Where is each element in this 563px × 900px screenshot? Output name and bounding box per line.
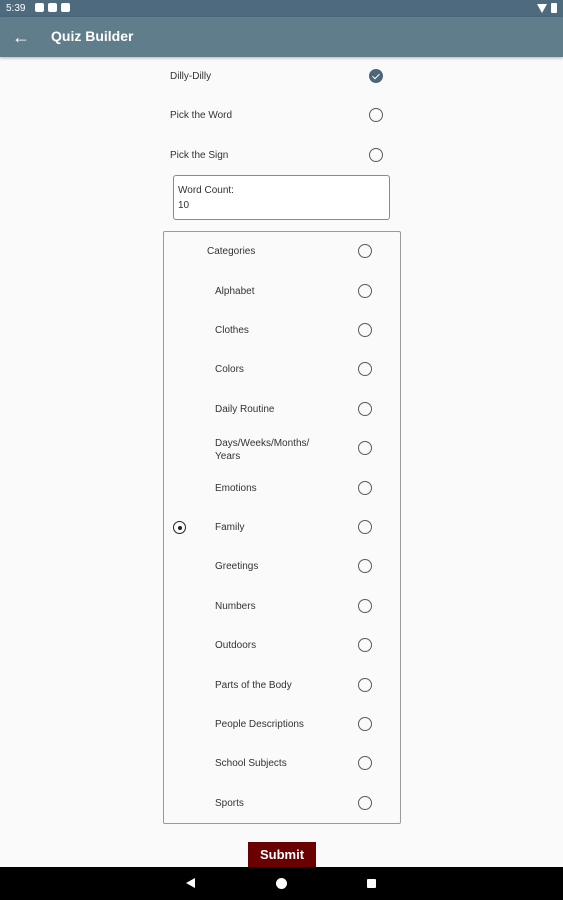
category-radio-outdoors[interactable]: [358, 638, 372, 652]
category-label-days-weeks-months-years: Days/Weeks/Months/ Years: [215, 438, 310, 462]
category-label-emotions: Emotions: [215, 483, 257, 494]
word-count-label: Word Count:: [178, 185, 234, 196]
category-radio-colors[interactable]: [358, 362, 372, 376]
category-radio-school-subjects[interactable]: [358, 756, 372, 770]
category-radio-days-weeks-months-years[interactable]: [358, 441, 372, 455]
category-label-daily-routine: Daily Routine: [215, 404, 275, 415]
category-label-outdoors: Outdoors: [215, 640, 257, 651]
quiz-type-radio-dilly-dilly[interactable]: [369, 69, 383, 83]
category-radio-family[interactable]: [358, 520, 372, 534]
notification-icon: [61, 3, 70, 12]
category-label-sports: Sports: [215, 798, 244, 809]
quiz-type-label-pick-the-sign: Pick the Sign: [170, 150, 229, 161]
selected-indicator-icon: [173, 521, 186, 534]
nav-home-icon[interactable]: [276, 878, 287, 889]
quiz-type-label-pick-the-word: Pick the Word: [170, 110, 233, 121]
category-radio-numbers[interactable]: [358, 599, 372, 613]
category-label-school-subjects: School Subjects: [215, 758, 287, 769]
category-radio-sports[interactable]: [358, 796, 372, 810]
quiz-type-radio-pick-the-word[interactable]: [369, 108, 383, 122]
categories-radio-all[interactable]: [358, 244, 372, 258]
category-label-people-descriptions: People Descriptions: [215, 719, 304, 730]
system-nav-bar: [0, 867, 563, 900]
submit-button[interactable]: Submit: [248, 842, 316, 868]
nav-back-icon[interactable]: [186, 878, 195, 888]
battery-icon: [551, 3, 557, 13]
quiz-type-radio-pick-the-sign[interactable]: [369, 148, 383, 162]
status-time: 5:39: [6, 3, 26, 14]
nav-recent-apps-icon[interactable]: [367, 879, 376, 888]
word-count-field[interactable]: Word Count: 10: [173, 175, 390, 220]
category-label-greetings: Greetings: [215, 561, 259, 572]
category-radio-greetings[interactable]: [358, 559, 372, 573]
app-bar: ← Quiz Builder: [0, 17, 563, 57]
category-label-family: Family: [215, 522, 245, 533]
category-label-alphabet: Alphabet: [215, 286, 255, 297]
status-bar: 5:39: [0, 0, 563, 17]
category-label-colors: Colors: [215, 364, 244, 375]
category-radio-people-descriptions[interactable]: [358, 717, 372, 731]
category-radio-daily-routine[interactable]: [358, 402, 372, 416]
category-label-parts-of-the-body: Parts of the Body: [215, 680, 292, 691]
category-radio-clothes[interactable]: [358, 323, 372, 337]
category-radio-parts-of-the-body[interactable]: [358, 678, 372, 692]
category-label-clothes: Clothes: [215, 325, 249, 336]
wifi-icon: [537, 3, 547, 13]
category-label-numbers: Numbers: [215, 601, 256, 612]
status-right: [537, 3, 557, 13]
word-count-value[interactable]: 10: [178, 200, 189, 211]
category-radio-alphabet[interactable]: [358, 284, 372, 298]
notification-icon: [35, 3, 44, 12]
quiz-type-label-dilly-dilly: Dilly-Dilly: [170, 71, 212, 82]
categories-header: Categories: [207, 246, 256, 257]
page-title: Quiz Builder: [51, 28, 134, 44]
arrow-back-icon[interactable]: ←: [10, 26, 32, 48]
category-radio-emotions[interactable]: [358, 481, 372, 495]
notification-icons: [35, 3, 70, 12]
notification-icon: [48, 3, 57, 12]
